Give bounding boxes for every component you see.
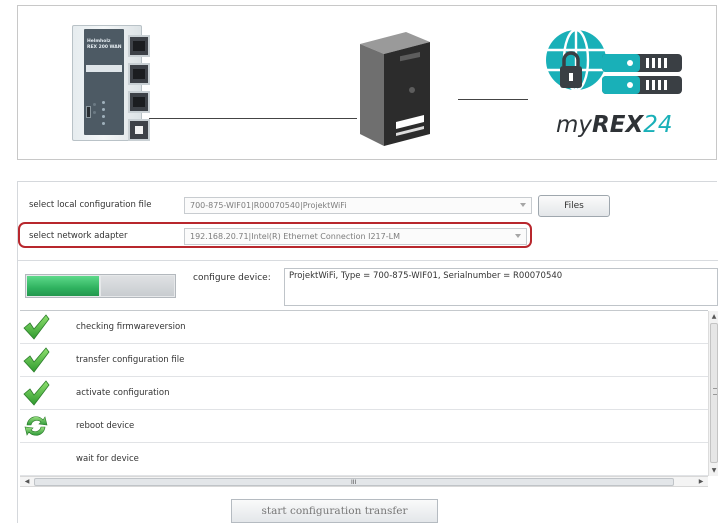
- checkmark-icon: [22, 379, 50, 407]
- device-info-box: ProjektWiFi, Type = 700-875-WIF01, Seria…: [284, 268, 718, 306]
- files-button[interactable]: Files: [538, 195, 610, 217]
- local-file-select[interactable]: 700-875-WIF01|R00070540|ProjektWiFi: [184, 197, 532, 214]
- start-transfer-button[interactable]: start configuration transfer: [231, 499, 438, 523]
- cable-line: [458, 99, 528, 100]
- configuration-panel: select local configuration file 700-875-…: [17, 181, 718, 523]
- ethernet-port: [128, 63, 150, 85]
- myrex24-wordmark: myREX24: [556, 112, 673, 138]
- status-leds: [90, 99, 118, 129]
- ethernet-port-connected: [128, 119, 150, 141]
- checkmark-icon: [22, 313, 50, 341]
- list-item: activate configuration: [20, 377, 708, 410]
- computer-tower-icon: [360, 32, 430, 146]
- scroll-right-icon[interactable]: ▶: [696, 477, 706, 487]
- chevron-down-icon: [520, 203, 526, 207]
- scroll-thumb[interactable]: III: [34, 478, 674, 486]
- scroll-left-icon[interactable]: ◀: [22, 477, 32, 487]
- list-item: wait for device: [20, 443, 708, 476]
- refresh-icon: [22, 412, 50, 440]
- horizontal-scrollbar[interactable]: ◀ III ▶: [20, 476, 708, 487]
- router-device-image: Helmholz REX 200 WAN: [66, 23, 151, 143]
- cloud-globe-icon: [546, 28, 682, 94]
- network-adapter-label: select network adapter: [29, 231, 128, 241]
- network-diagram: Helmholz REX 200 WAN myREX24: [17, 5, 717, 160]
- scroll-down-icon[interactable]: ▼: [710, 466, 718, 475]
- list-item: transfer configuration file: [20, 344, 708, 377]
- list-item: reboot device: [20, 410, 708, 443]
- ethernet-port: [128, 91, 150, 113]
- chevron-down-icon: [515, 234, 521, 238]
- scroll-up-icon[interactable]: ▲: [710, 312, 718, 321]
- steps-list: checking firmwareversion transfer config…: [20, 310, 708, 476]
- myrex24-logo: myREX24: [534, 24, 714, 154]
- scroll-thumb[interactable]: [710, 323, 718, 463]
- vertical-scrollbar[interactable]: ▲ ▼: [708, 311, 718, 476]
- local-file-label: select local configuration file: [29, 200, 152, 210]
- list-item: checking firmwareversion: [20, 311, 708, 344]
- configure-device-label: configure device:: [193, 273, 271, 283]
- progress-bar: [25, 274, 176, 298]
- cable-line: [149, 118, 357, 119]
- checkmark-icon: [22, 346, 50, 374]
- divider: [18, 260, 718, 261]
- router-brand-label: Helmholz REX 200 WAN: [87, 39, 122, 50]
- ethernet-port: [128, 35, 150, 57]
- network-adapter-select[interactable]: 192.168.20.71|Intel(R) Ethernet Connecti…: [184, 228, 527, 245]
